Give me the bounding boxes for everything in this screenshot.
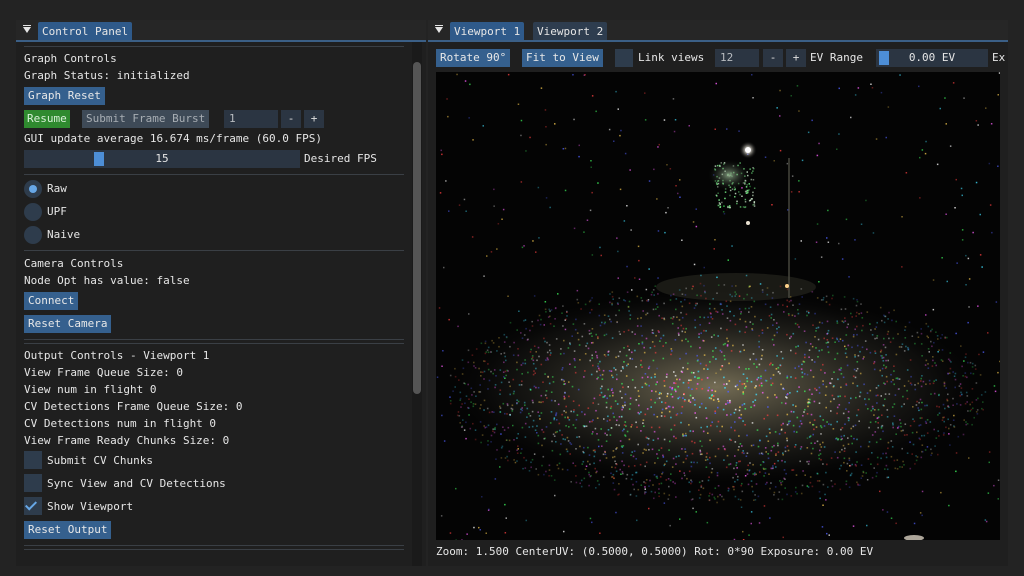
submit-frame-burst-button[interactable]: Submit Frame Burst bbox=[82, 110, 210, 128]
viewport-panel-titlebar: Viewport 1 Viewport 2 bbox=[428, 20, 1008, 42]
small-light bbox=[746, 221, 750, 225]
small-orange-light bbox=[785, 284, 789, 288]
link-increment-button[interactable]: + bbox=[786, 49, 806, 67]
ev-range-slider[interactable]: 0.00 EV bbox=[876, 49, 988, 67]
collapse-triangle-icon[interactable] bbox=[23, 25, 31, 33]
cv-detections-in-flight: CV Detections num in flight 0 bbox=[24, 417, 217, 430]
separator bbox=[24, 343, 404, 344]
link-decrement-button[interactable]: - bbox=[763, 49, 783, 67]
separator bbox=[24, 339, 404, 340]
graph-controls-heading: Graph Controls bbox=[24, 52, 117, 65]
separator bbox=[24, 46, 404, 47]
view-frame-ready-chunks: View Frame Ready Chunks Size: 0 bbox=[24, 434, 230, 447]
sync-view-cv-label: Sync View and CV Detections bbox=[47, 477, 226, 490]
checkmark-icon bbox=[24, 498, 38, 511]
viewport-panel: Viewport 1 Viewport 2 Rotate 90° Fit to … bbox=[428, 20, 1008, 566]
separator bbox=[24, 545, 404, 546]
exposure-label-truncated: Ex bbox=[992, 51, 1006, 64]
viewport-status-bar: Zoom: 1.500 CenterUV: (0.5000, 0.5000) R… bbox=[436, 545, 874, 558]
tab-control-panel[interactable]: Control Panel bbox=[38, 22, 133, 40]
desired-fps-slider[interactable]: 15 bbox=[24, 150, 300, 168]
separator bbox=[24, 174, 404, 175]
radio-selected-icon[interactable] bbox=[24, 180, 42, 198]
camera-controls-heading: Camera Controls bbox=[24, 257, 124, 270]
foliage-blob bbox=[707, 159, 751, 191]
cv-detections-queue-size: CV Detections Frame Queue Size: 0 bbox=[24, 400, 243, 413]
mode-label-raw: Raw bbox=[47, 182, 67, 195]
scrollbar-thumb[interactable] bbox=[413, 62, 421, 394]
reset-camera-button[interactable]: Reset Camera bbox=[24, 315, 112, 333]
separator bbox=[24, 549, 404, 550]
tab-viewport-1[interactable]: Viewport 1 bbox=[450, 22, 525, 40]
graph-status: Graph Status: initialized bbox=[24, 69, 190, 82]
radio-icon[interactable] bbox=[24, 203, 42, 221]
lamp-pole bbox=[788, 158, 790, 298]
ev-range-label: EV Range bbox=[810, 51, 863, 64]
resume-button[interactable]: Resume bbox=[24, 110, 70, 128]
graph-reset-button[interactable]: Graph Reset bbox=[24, 87, 105, 105]
street-lamp-core bbox=[745, 147, 751, 153]
view-num-in-flight: View num in flight 0 bbox=[24, 383, 157, 396]
frame-burst-input[interactable]: 1 bbox=[224, 110, 278, 128]
control-panel: Control Panel Graph Controls Graph Statu… bbox=[16, 20, 426, 566]
control-panel-scrollbar[interactable] bbox=[412, 42, 422, 566]
view-frame-queue-size: View Frame Queue Size: 0 bbox=[24, 366, 183, 379]
burst-decrement-button[interactable]: - bbox=[281, 110, 301, 128]
submit-cv-chunks-label: Submit CV Chunks bbox=[47, 454, 153, 467]
checkbox-box[interactable] bbox=[24, 474, 42, 492]
desired-fps-label: Desired FPS bbox=[304, 152, 377, 165]
link-views-checkbox[interactable] bbox=[615, 49, 633, 67]
fit-to-view-button[interactable]: Fit to View bbox=[522, 49, 603, 67]
checkbox-box[interactable] bbox=[24, 497, 42, 515]
gui-update-average: GUI update average 16.674 ms/frame (60.0… bbox=[24, 132, 323, 145]
link-views-value-input[interactable]: 12 bbox=[715, 49, 759, 67]
control-panel-titlebar: Control Panel bbox=[16, 20, 426, 42]
desired-fps-value: 15 bbox=[155, 152, 169, 165]
mode-label-naive: Naive bbox=[47, 228, 81, 241]
tab-viewport-2[interactable]: Viewport 2 bbox=[533, 22, 608, 40]
radio-icon[interactable] bbox=[24, 226, 42, 244]
rotate-90-button[interactable]: Rotate 90° bbox=[436, 49, 511, 67]
connect-button[interactable]: Connect bbox=[24, 292, 79, 310]
ev-range-value: 0.00 EV bbox=[908, 51, 956, 64]
viewport-image[interactable] bbox=[436, 72, 1000, 540]
checkbox-box[interactable] bbox=[24, 451, 42, 469]
collapse-triangle-icon[interactable] bbox=[435, 25, 443, 33]
reset-output-button[interactable]: Reset Output bbox=[24, 521, 112, 539]
output-controls-heading: Output Controls - Viewport 1 bbox=[24, 349, 210, 362]
node-opt-status: Node Opt has value: false bbox=[24, 274, 190, 287]
burst-increment-button[interactable]: + bbox=[304, 110, 324, 128]
show-viewport-label: Show Viewport bbox=[47, 500, 134, 513]
link-views-label: Link views bbox=[638, 51, 705, 64]
separator bbox=[24, 250, 404, 251]
mode-label-upf: UPF bbox=[47, 205, 67, 218]
